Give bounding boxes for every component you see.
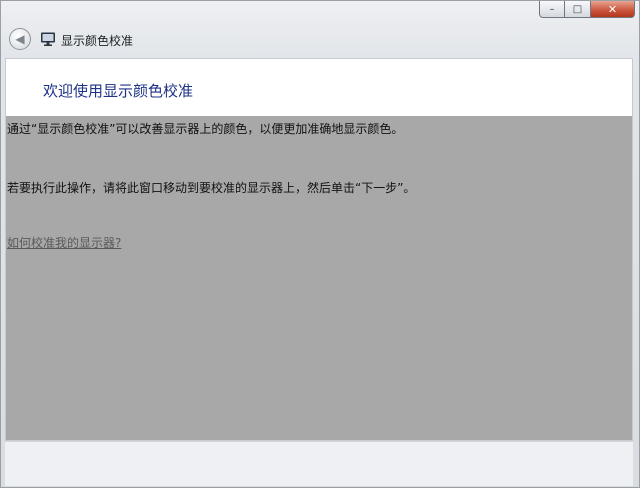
intro-text: 通过“显示颜色校准”可以改善显示器上的颜色，以便更加准确地显示颜色。 — [7, 122, 404, 136]
close-icon: ✕ — [607, 2, 618, 16]
window-title: 显示颜色校准 — [61, 34, 134, 48]
back-arrow-icon: ◀ — [15, 32, 25, 46]
maximize-icon: □ — [572, 3, 583, 15]
help-link[interactable]: 如何校准我的显示器? — [7, 234, 121, 251]
footer-bar — [5, 441, 633, 486]
instruction-text: 若要执行此操作，请将此窗口移动到要校准的显示器上，然后单击“下一步”。 — [7, 181, 416, 195]
back-button[interactable]: ◀ — [9, 28, 31, 50]
title-bar: – □ ✕ ◀ 显示颜色校准 — [1, 1, 640, 57]
content-pane: 欢迎使用显示颜色校准 通过“显示颜色校准”可以改善显示器上的颜色，以便更加准确地… — [5, 58, 633, 441]
header-band: 欢迎使用显示颜色校准 — [6, 59, 632, 116]
minimize-icon: – — [549, 3, 555, 15]
minimize-button[interactable]: – — [539, 1, 565, 18]
main-instruction: 欢迎使用显示颜色校准 — [43, 82, 194, 100]
monitor-icon — [41, 32, 55, 46]
maximize-button[interactable]: □ — [565, 1, 591, 18]
close-button[interactable]: ✕ — [591, 1, 635, 18]
calibration-window: – □ ✕ ◀ 显示颜色校准 欢迎使用显示颜色校准 通过“显示颜色校准”可以改善… — [0, 0, 640, 488]
caption-buttons: – □ ✕ — [539, 1, 635, 19]
